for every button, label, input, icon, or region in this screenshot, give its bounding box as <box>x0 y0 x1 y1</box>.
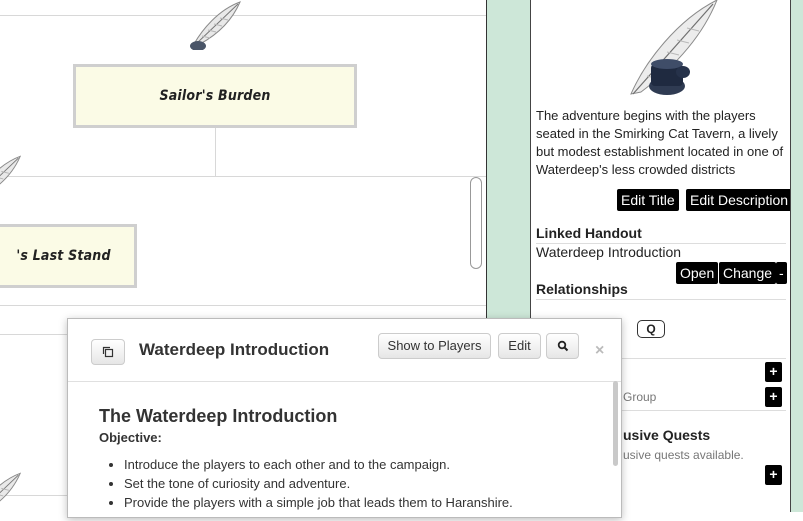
change-handout-button[interactable]: Change <box>719 262 777 284</box>
connector-line <box>0 305 486 306</box>
search-icon <box>557 340 568 352</box>
popout-button[interactable] <box>91 339 125 365</box>
objective-list: Introduce the players to each other and … <box>106 456 513 513</box>
list-item: Set the tone of curiosity and adventure. <box>124 475 513 494</box>
edit-title-button[interactable]: Edit Title <box>617 189 679 211</box>
dialog-title: Waterdeep Introduction <box>139 340 330 359</box>
canvas-scrollbar[interactable] <box>470 177 482 269</box>
quill-inkwell-icon <box>630 0 718 95</box>
add-relationship-button[interactable]: + <box>765 362 782 382</box>
relationship-q-button[interactable]: Q <box>637 320 665 338</box>
quest-node-title: Sailor's Burden <box>159 88 271 104</box>
panel-scrollbar[interactable] <box>790 0 803 512</box>
exclusive-quests-empty: usive quests available. <box>623 448 744 462</box>
connector-line <box>0 176 486 177</box>
handout-heading: The Waterdeep Introduction <box>99 406 338 426</box>
quill-icon <box>189 1 241 50</box>
edit-description-button[interactable]: Edit Description <box>686 189 793 211</box>
divider <box>536 299 786 300</box>
quest-description: The adventure begins with the players se… <box>536 108 784 177</box>
close-icon[interactable]: × <box>595 342 604 360</box>
linked-handout-heading: Linked Handout <box>536 225 642 241</box>
quest-node-last-stand[interactable]: 's Last Stand <box>0 224 137 288</box>
relationships-heading: Relationships <box>536 281 628 297</box>
list-item: Provide the players with a simple job th… <box>124 494 513 513</box>
popout-icon <box>102 346 114 358</box>
objective-label: Objective: <box>99 430 162 445</box>
connector-line <box>215 125 216 177</box>
linked-handout-name[interactable]: Waterdeep Introduction <box>536 244 681 260</box>
search-button[interactable] <box>546 333 579 359</box>
quill-icon <box>0 472 21 512</box>
add-group-button[interactable]: + <box>765 387 782 407</box>
handout-dialog: Waterdeep Introduction Show to Players E… <box>67 318 622 518</box>
dialog-scrollbar[interactable] <box>613 381 618 466</box>
dialog-content[interactable]: The Waterdeep Introduction Objective: In… <box>68 381 621 521</box>
open-handout-button[interactable]: Open <box>676 262 719 284</box>
relationship-group-label: Group <box>623 390 657 404</box>
dialog-header[interactable]: Waterdeep Introduction Show to Players E… <box>68 319 621 382</box>
exclusive-quests-heading: usive Quests <box>623 427 711 443</box>
add-exclusive-quest-button[interactable]: + <box>765 465 782 485</box>
edit-handout-button[interactable]: Edit <box>498 333 541 359</box>
quill-icon <box>0 155 21 204</box>
quest-node-sailors-burden[interactable]: Sailor's Burden <box>73 64 357 128</box>
show-to-players-button[interactable]: Show to Players <box>378 333 491 359</box>
connector-line <box>0 334 70 335</box>
list-item: Introduce the players to each other and … <box>124 456 513 475</box>
remove-handout-button[interactable]: - <box>776 262 787 284</box>
quest-node-title: 's Last Stand <box>16 248 111 264</box>
